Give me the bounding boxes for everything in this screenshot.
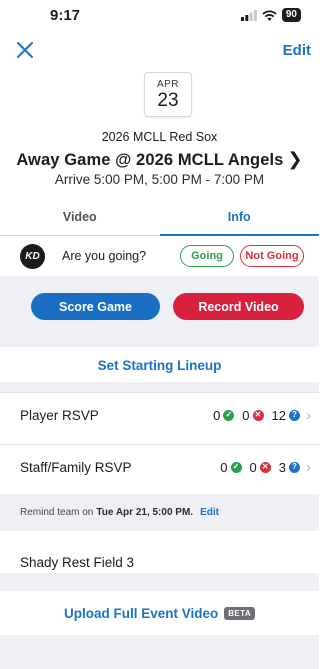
player-rsvp-counts: 0 ✓ 0 ✕ 12 ? › [213,407,311,424]
tab-bar: Video Info [0,205,319,236]
team-name: 2026 MCLL Red Sox [101,130,218,144]
battery-icon: 90 [281,8,301,22]
status-icons: 90 [240,8,301,22]
not-going-button[interactable]: Not Going [240,245,304,267]
player-rsvp-label: Player RSVP [20,407,99,423]
signal-icon [240,9,257,21]
arrive-time: Arrive 5:00 PM, 5:00 PM - 7:00 PM [54,172,265,187]
wifi-icon [262,9,277,21]
upload-video-button[interactable]: Upload Full Event Video BETA [0,601,319,625]
not-going-count: 0 [249,459,257,475]
section-divider [0,382,319,392]
check-icon: ✓ [230,461,242,473]
rsvp-row: KD Are you going? Going Not Going [0,238,319,274]
not-going-count: 0 [242,407,250,423]
unknown-count: 3 [278,459,286,475]
date-badge: APR 23 [144,72,192,117]
unknown-count: 12 [271,407,286,423]
chevron-right-icon: › [306,406,311,424]
upload-video-label: Upload Full Event Video [63,605,219,621]
remind-prefix: Remind team on [20,507,94,518]
remind-datetime: Tue Apr 21, 5:00 PM. [96,507,194,518]
x-icon: ✕ [259,461,271,473]
section-divider [0,573,319,591]
question-icon: ? [289,461,300,473]
tab-info[interactable]: Info [159,205,320,236]
player-rsvp-row[interactable]: Player RSVP 0 ✓ 0 ✕ 12 ? › [0,392,319,437]
question-icon: ? [289,409,300,421]
location-label[interactable]: Shady Rest Field 3 [20,555,134,570]
rsvp-question: Are you going? [62,249,147,263]
status-time: 9:17 [50,6,81,24]
beta-badge: BETA [224,606,256,620]
remind-banner: Remind team on Tue Apr 21, 5:00 PM. Edit [0,494,319,531]
chevron-right-icon: ❯ [287,149,303,169]
staff-rsvp-counts: 0 ✓ 0 ✕ 3 ? › [220,459,311,476]
score-game-button[interactable]: Score Game [31,293,160,320]
remind-edit-link[interactable]: Edit [200,507,219,518]
tab-video[interactable]: Video [0,205,160,235]
staff-rsvp-label: Staff/Family RSVP [20,459,132,475]
game-title-link[interactable]: Away Game @ 2026 MCLL Angels ❯ [0,149,319,170]
set-starting-lineup-link[interactable]: Set Starting Lineup [0,358,319,373]
close-icon[interactable] [14,39,36,61]
edit-button[interactable]: Edit [283,42,311,59]
nav-bar: Edit [0,30,319,70]
record-video-button[interactable]: Record Video [173,293,304,320]
bottom-band [0,635,319,669]
status-bar: 9:17 90 [0,0,319,30]
going-count: 0 [213,407,221,423]
chevron-right-icon: › [306,458,311,476]
going-button[interactable]: Going [180,245,234,267]
date-month: APR [156,79,180,90]
check-icon: ✓ [223,409,235,421]
date-day: 23 [157,90,179,111]
game-title: Away Game @ 2026 MCLL Angels [16,151,284,169]
going-count: 0 [220,459,228,475]
x-icon: ✕ [252,409,264,421]
avatar: KD [20,243,45,269]
staff-rsvp-row[interactable]: Staff/Family RSVP 0 ✓ 0 ✕ 3 ? › [0,444,319,489]
